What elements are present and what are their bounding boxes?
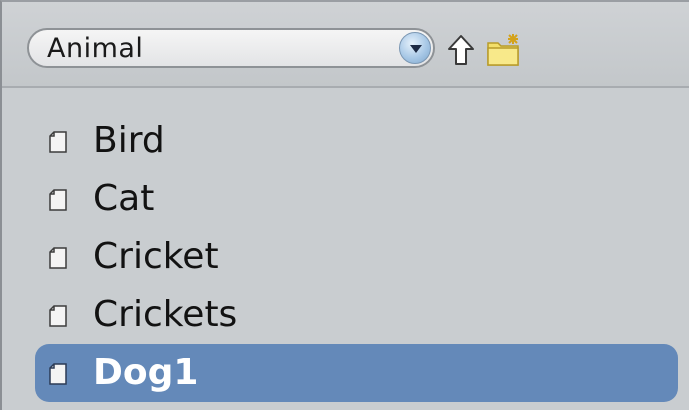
file-browser-window: Animal Bird Cat Cricket Crickets Dog1 (0, 0, 689, 410)
list-item-label: Bird (93, 120, 165, 161)
document-icon (49, 247, 67, 269)
toolbar: Animal (2, 2, 689, 88)
list-item[interactable]: Cricket (35, 228, 678, 286)
new-folder-icon (487, 34, 519, 66)
list-item-label: Crickets (93, 294, 238, 335)
list-item-label: Cat (93, 178, 155, 219)
document-icon (49, 131, 67, 153)
document-icon (49, 189, 67, 211)
up-arrow-icon (448, 35, 474, 65)
list-item-label: Dog1 (93, 352, 199, 393)
list-item[interactable]: Bird (35, 112, 678, 170)
new-folder-button[interactable] (486, 32, 522, 68)
chevron-down-icon (410, 45, 422, 53)
up-folder-button[interactable] (446, 32, 476, 68)
list-item-label: Cricket (93, 236, 219, 277)
list-item-selected[interactable]: Dog1 (35, 344, 678, 402)
list-item[interactable]: Cat (35, 170, 678, 228)
dropdown-button[interactable] (399, 32, 431, 64)
location-dropdown[interactable]: Animal (27, 28, 435, 68)
file-list: Bird Cat Cricket Crickets Dog1 (2, 88, 689, 410)
document-icon (49, 363, 67, 385)
location-dropdown-value: Animal (47, 33, 144, 64)
list-item[interactable]: Crickets (35, 286, 678, 344)
document-icon (49, 305, 67, 327)
